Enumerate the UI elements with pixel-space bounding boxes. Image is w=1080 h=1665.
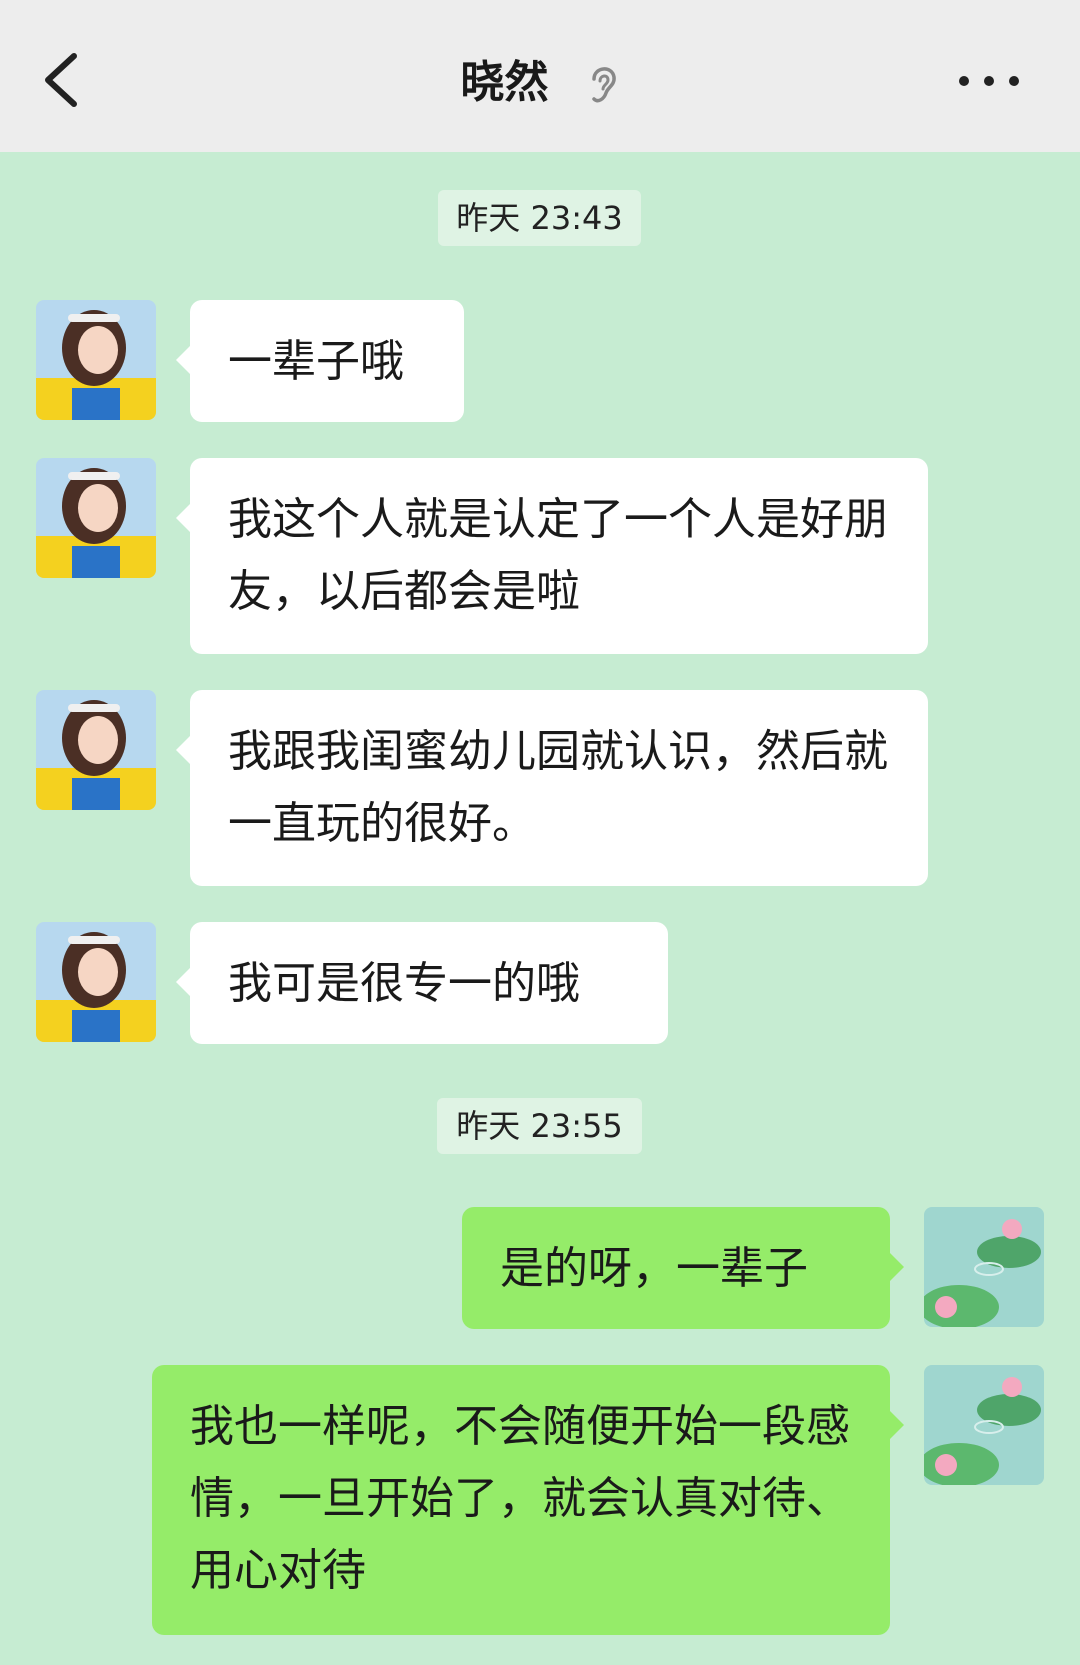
chat-header: 晓然 — [0, 0, 1080, 152]
chat-title[interactable]: 晓然 — [460, 48, 548, 118]
contact-avatar[interactable] — [36, 690, 156, 810]
title-area: 晓然 — [0, 48, 1080, 118]
contact-avatar-image — [36, 300, 156, 420]
chat-area[interactable]: 昨天 23:43 一辈子哦 我这个人就是认定了一个人是好朋友，以后都会是啦 我跟… — [0, 152, 1080, 1665]
message-text: 我也一样呢，不会随便开始一段感情，一旦开始了，就会认真对待、用心对待 — [190, 1401, 850, 1596]
message-text: 是的呀，一辈子 — [500, 1243, 808, 1294]
timestamp: 昨天 23:55 — [437, 1098, 642, 1154]
message-bubble-incoming[interactable]: 我这个人就是认定了一个人是好朋友，以后都会是啦 — [176, 458, 928, 654]
message-bubble-outgoing[interactable]: 我也一样呢，不会随便开始一段感情，一旦开始了，就会认真对待、用心对待 — [152, 1365, 904, 1635]
contact-avatar[interactable] — [36, 458, 156, 578]
message-bubble-incoming[interactable]: 我跟我闺蜜幼儿园就认识，然后就一直玩的很好。 — [176, 690, 928, 886]
my-avatar-image — [924, 1365, 1044, 1485]
message-bubble-incoming[interactable]: 一辈子哦 — [176, 300, 464, 422]
ear-icon — [591, 67, 616, 103]
contact-avatar[interactable] — [36, 922, 156, 1042]
contact-avatar-image — [36, 922, 156, 1042]
message-text: 我这个人就是认定了一个人是好朋友，以后都会是啦 — [228, 494, 888, 617]
timestamp: 昨天 23:43 — [438, 190, 641, 246]
message-bubble-outgoing[interactable]: 是的呀，一辈子 — [462, 1207, 904, 1329]
contact-avatar[interactable] — [36, 300, 156, 420]
contact-avatar-image — [36, 458, 156, 578]
my-avatar-image — [924, 1207, 1044, 1327]
message-text: 一辈子哦 — [228, 336, 404, 387]
my-avatar[interactable] — [924, 1365, 1044, 1485]
more-dots-icon[interactable] — [954, 70, 1024, 92]
contact-avatar-image — [36, 690, 156, 810]
my-avatar[interactable] — [924, 1207, 1044, 1327]
message-text: 我可是很专一的哦 — [228, 958, 580, 1009]
message-bubble-incoming[interactable]: 我可是很专一的哦 — [176, 922, 668, 1044]
message-text: 我跟我闺蜜幼儿园就认识，然后就一直玩的很好。 — [228, 726, 888, 849]
